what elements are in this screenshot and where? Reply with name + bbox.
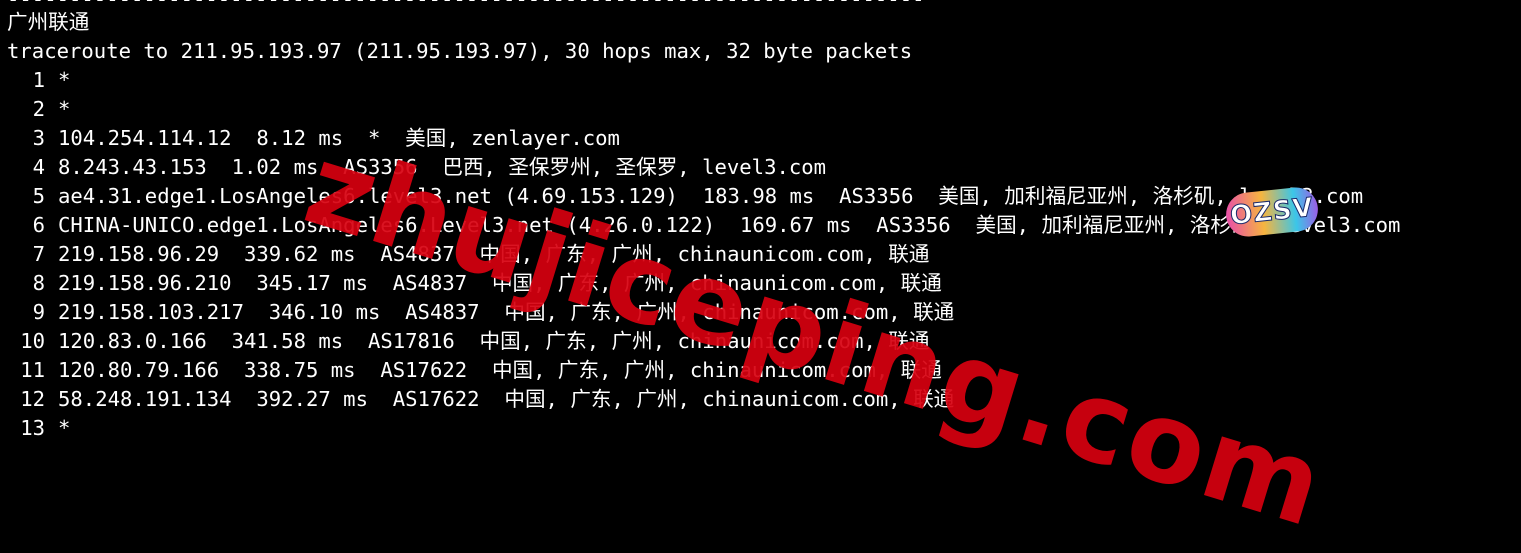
region-title: 广州联通	[7, 10, 90, 34]
hop-detail: CHINA-UNICO.edge1.LosAngeles6.Level3.net…	[58, 213, 1401, 237]
hop-row: 3 104.254.114.12 8.12 ms * 美国, zenlayer.c…	[7, 124, 1521, 153]
hop-row: 8 219.158.96.210 345.17 ms AS4837 中国, 广东,…	[7, 269, 1521, 298]
hop-number: 12	[20, 387, 45, 411]
hop-number: 1	[32, 68, 45, 92]
hop-row: 11 120.80.79.166 338.75 ms AS17622 中国, 广东…	[7, 356, 1521, 385]
hop-row: 7 219.158.96.29 339.62 ms AS4837 中国, 广东, …	[7, 240, 1521, 269]
hop-detail: *	[58, 97, 71, 121]
hop-row: 9 219.158.103.217 346.10 ms AS4837 中国, 广东…	[7, 298, 1521, 327]
hop-number: 8	[32, 271, 45, 295]
hop-number: 3	[32, 126, 45, 150]
separator-line: ----------------------------------------…	[7, 0, 1521, 6]
hop-detail: 219.158.103.217 346.10 ms AS4837 中国, 广东,…	[58, 300, 955, 324]
hop-row: 12 58.248.191.134 392.27 ms AS17622 中国, 广…	[7, 385, 1521, 414]
hop-detail: *	[58, 416, 71, 437]
hop-detail: 219.158.96.210 345.17 ms AS4837 中国, 广东, …	[58, 271, 942, 295]
hop-detail: ae4.31.edge1.LosAngeles6.level3.net (4.6…	[58, 184, 1364, 208]
hop-number: 6	[32, 213, 45, 237]
traceroute-command-line: traceroute to 211.95.193.97 (211.95.193.…	[7, 39, 913, 63]
hop-detail: 58.248.191.134 392.27 ms AS17622 中国, 广东,…	[58, 387, 955, 411]
hop-number: 13	[20, 416, 45, 437]
ozsv-logo-text: OZSV	[1228, 192, 1316, 232]
hop-number: 7	[32, 242, 45, 266]
hop-detail: 8.243.43.153 1.02 ms AS3356 巴西, 圣保罗州, 圣保…	[58, 155, 827, 179]
hop-detail: 104.254.114.12 8.12 ms * 美国, zenlayer.co…	[58, 126, 620, 150]
hop-number: 11	[20, 358, 45, 382]
hop-row: 10 120.83.0.166 341.58 ms AS17816 中国, 广东,…	[7, 327, 1521, 356]
hop-detail: 120.80.79.166 338.75 ms AS17622 中国, 广东, …	[58, 358, 942, 382]
hop-number: 2	[32, 97, 45, 121]
hop-row: 4 8.243.43.153 1.02 ms AS3356 巴西, 圣保罗州, 圣…	[7, 153, 1521, 182]
hop-detail: 120.83.0.166 341.58 ms AS17816 中国, 广东, 广…	[58, 329, 930, 353]
hop-number: 4	[32, 155, 45, 179]
hop-row: 1 *	[7, 66, 1521, 95]
hop-number: 5	[32, 184, 45, 208]
hop-row: 13 *	[7, 414, 1521, 437]
hop-detail: 219.158.96.29 339.62 ms AS4837 中国, 广东, 广…	[58, 242, 930, 266]
hop-row: 2 *	[7, 95, 1521, 124]
hop-number: 10	[20, 329, 45, 353]
hop-detail: *	[58, 68, 71, 92]
hop-number: 9	[32, 300, 45, 324]
